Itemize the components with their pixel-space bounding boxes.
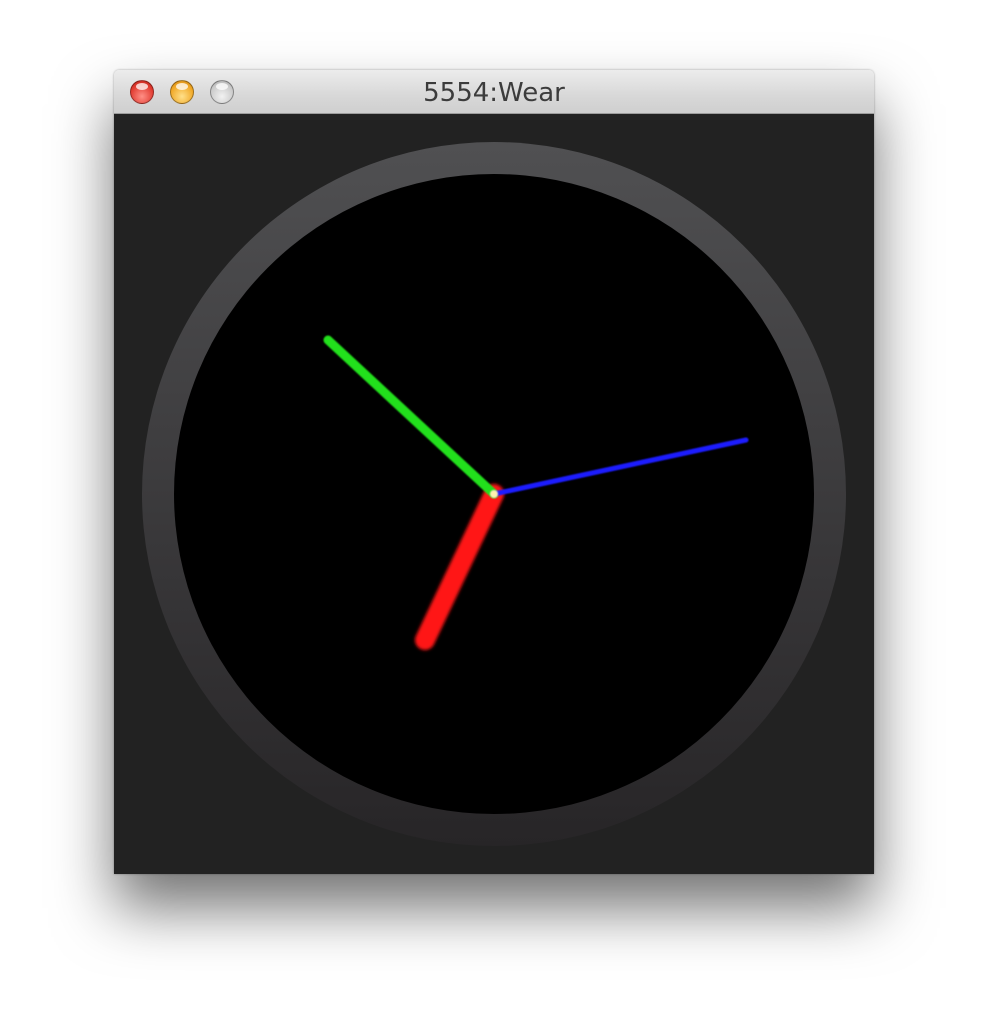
window-title: 5554:Wear [423, 78, 565, 108]
emulator-window: 5554:Wear [114, 70, 874, 874]
title-bar[interactable]: 5554:Wear [114, 70, 874, 114]
watch-screen[interactable] [114, 114, 874, 874]
watch-face [142, 142, 846, 846]
hand-pivot [490, 490, 498, 498]
